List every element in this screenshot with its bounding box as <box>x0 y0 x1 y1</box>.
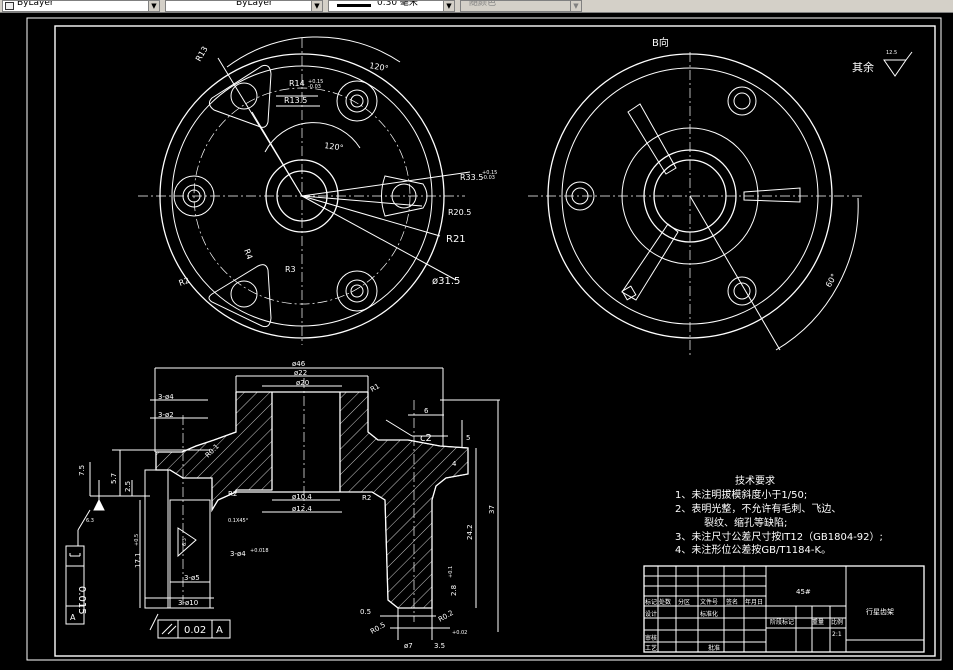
dim-r20-5: R20.5 <box>448 208 471 217</box>
dim-r2: R2 <box>178 276 191 288</box>
dim-17-1: 17.1 <box>134 552 142 568</box>
tb-r1-0: 标记 <box>645 598 657 606</box>
tb-weight: 重量 <box>812 618 824 626</box>
flatness-value: 0.015 <box>76 586 87 615</box>
tb-approve: 批准 <box>708 644 720 652</box>
tb-r1-5: 年月日 <box>745 598 763 606</box>
flatness-frame: 0.015 A <box>65 545 87 625</box>
dim-r13: R13 <box>194 45 210 63</box>
surface-note: 其余 <box>852 60 874 74</box>
tb-process: 工艺 <box>645 644 657 652</box>
dim-r33-5: R33.5 <box>460 173 483 182</box>
runout-symbol-icon <box>161 623 177 635</box>
dim-4: 4 <box>452 460 457 468</box>
dim-d12-4: ø12.4 <box>292 505 312 513</box>
dim-c2: c2 <box>420 433 432 444</box>
tb-scale: 比例 <box>831 618 843 626</box>
dim-3-d4-tol: 3-ø4 <box>230 550 246 558</box>
tolerance-frame: 0.02 A <box>157 619 231 639</box>
surface-value: 12.5 <box>886 50 897 56</box>
dim-r13-5: R13.5 <box>284 96 307 105</box>
b-view <box>528 52 865 355</box>
flatness-datum: A <box>70 613 76 622</box>
dim-17-1-tol: +0.5 <box>134 534 140 546</box>
tech-item-2b: 裂纹、缩孔等缺陷; <box>704 516 787 529</box>
dim-5: 5 <box>466 434 470 442</box>
tolerance-datum: A <box>216 625 223 636</box>
tol-b: -0.03 <box>308 84 321 90</box>
dim-r14: R14 <box>289 79 305 88</box>
tech-item-3: 3、未注尺寸公差尺寸按IT12（GB1804-92）; <box>675 530 883 543</box>
dim-5-7: 5.7 <box>110 473 118 484</box>
dim-2-5: 2.5 <box>124 481 132 492</box>
dim-37: 37 <box>488 505 496 514</box>
tb-stage: 阶段标记 <box>770 618 794 626</box>
dim-3-d4: 3-ø4 <box>158 393 174 401</box>
surface-6-3: 6.3 <box>86 518 94 524</box>
tb-design: 设计 <box>645 610 657 618</box>
dim-2-8-tol: +0.1 <box>448 566 454 578</box>
dim-r1: R1 <box>369 382 381 394</box>
dim-3-d5: 3-ø5 <box>184 574 200 582</box>
dim-r4: R4 <box>242 248 254 261</box>
material: 45# <box>796 588 811 596</box>
dim-r0-5: R0.5 <box>369 621 387 636</box>
dim-3-5: 3.5 <box>434 642 445 650</box>
surface-6-3b: 6.3 <box>182 538 188 546</box>
dim-angle-120b: 120° <box>324 141 344 153</box>
dim-24-2: 24.2 <box>466 524 474 540</box>
tb-r1-4: 签名 <box>726 598 738 606</box>
tech-title: 技术要求 <box>735 474 775 487</box>
dim-r0-2: R0.2 <box>437 609 455 624</box>
tol-d: -0.03 <box>482 175 495 181</box>
tech-requirements: 技术要求 1、未注明拔模斜度小于1/50; 2、表明光整，不允许有毛刺、飞边、 … <box>675 474 883 556</box>
sheet-border <box>26 17 942 661</box>
dim-3-d4-tol-val: +0.018 <box>250 548 269 554</box>
dim-d46: ø46 <box>292 360 306 368</box>
tb-standardization: 标准化 <box>700 610 718 618</box>
dim-d22: ø22 <box>294 369 307 377</box>
dim-d31-5: ø31.5 <box>432 276 460 287</box>
dim-r3-a: R3 <box>285 265 296 274</box>
tb-r1-3: 文件号 <box>700 598 718 606</box>
dim-d20: ø20 <box>296 379 309 387</box>
tech-item-4: 4、未注形位公差按GB/T1184-K。 <box>675 543 831 556</box>
tb-r1-2: 分区 <box>678 598 690 606</box>
dim-r2-a: R2 <box>228 490 237 498</box>
drawing-canvas[interactable]: R13 R14 R13.5 120° 120° R33.5 R20.5 R21 … <box>0 0 953 670</box>
tech-item-1: 1、未注明拔模斜度小于1/50; <box>675 488 807 501</box>
flatness-symbol-icon <box>69 553 81 557</box>
dim-d7: ø7 <box>404 642 413 650</box>
dim-d10-4: ø10.4 <box>292 493 312 501</box>
dim-angle-120a: 120° <box>369 61 390 73</box>
dim-3-d2: 3-ø2 <box>158 411 174 419</box>
angle-note: 0.1X45° <box>228 518 249 524</box>
tech-item-2: 2、表明光整，不允许有毛刺、飞边、 <box>675 502 841 515</box>
top-view-labels: R13 R14 R13.5 120° 120° R33.5 R20.5 R21 … <box>178 45 498 288</box>
section-view <box>77 367 500 640</box>
dim-2-8: 2.8 <box>450 585 458 596</box>
dim-d7-tol: +0.02 <box>452 630 467 636</box>
tolerance-value: 0.02 <box>184 625 206 636</box>
dim-3-d10: 3-ø10 <box>178 599 198 607</box>
dim-r2-b: R2 <box>362 494 371 502</box>
part-name: 行星齿架 <box>866 607 894 616</box>
view-b-label: B向 <box>652 36 669 49</box>
dim-r21: R21 <box>446 234 466 245</box>
dim-7-5: 7.5 <box>78 465 86 476</box>
dim-0-5: 0.5 <box>360 608 371 616</box>
tb-scale-val: 2:1 <box>832 631 842 638</box>
section-labels: ø46 ø22 ø20 R1 3-ø4 3-ø2 R0.1 6 c2 5 4 7… <box>78 360 496 650</box>
tb-review: 审核 <box>645 634 657 642</box>
dim-6: 6 <box>424 407 429 415</box>
tb-r1-1: 处数 <box>659 598 671 606</box>
dim-angle-60: 60° <box>824 272 839 289</box>
b-view-labels: B向 60° 其余 12.5 <box>652 36 897 289</box>
drawing-frame <box>54 25 936 657</box>
